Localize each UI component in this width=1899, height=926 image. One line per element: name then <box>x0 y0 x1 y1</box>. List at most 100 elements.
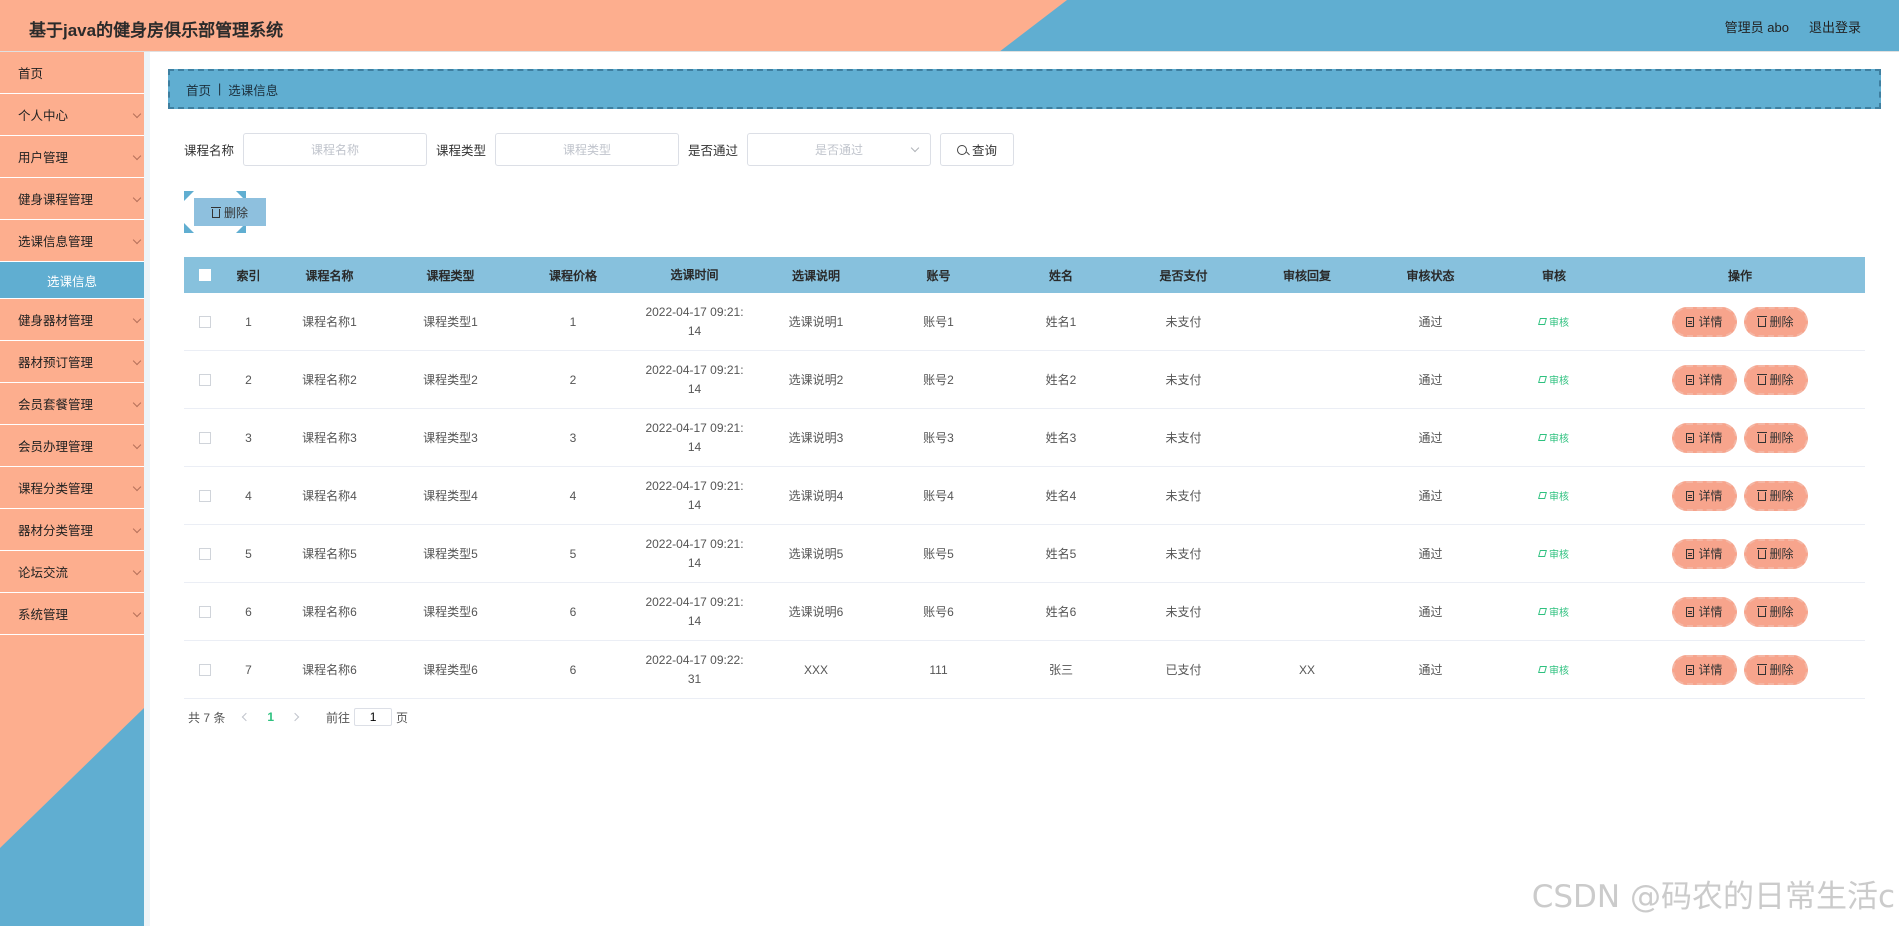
row-checkbox[interactable] <box>199 663 211 676</box>
select-all-checkbox[interactable] <box>199 269 211 281</box>
detail-button[interactable]: 详情 <box>1672 654 1737 685</box>
detail-button[interactable]: 详情 <box>1672 596 1737 627</box>
audit-link[interactable]: 审核 <box>1538 662 1569 677</box>
user-label[interactable]: 管理员 abo <box>1725 17 1789 36</box>
delete-button[interactable]: 删除 <box>1743 654 1808 685</box>
breadcrumb-separator: | <box>218 82 222 96</box>
cell-course-type: 课程类型3 <box>423 431 478 445</box>
row-checkbox[interactable] <box>199 315 211 328</box>
document-icon <box>1686 316 1695 327</box>
course-name-label: 课程名称 <box>184 144 235 158</box>
delete-button[interactable]: 删除 <box>1743 422 1808 453</box>
sidebar-item-system-management[interactable]: 系统管理 <box>0 593 144 635</box>
row-checkbox[interactable] <box>199 489 211 502</box>
query-button[interactable]: 查询 <box>940 133 1015 166</box>
audit-link[interactable]: 审核 <box>1538 546 1569 561</box>
detail-button[interactable]: 详情 <box>1672 306 1737 337</box>
sidebar-item-label: 选课信息管理 <box>18 235 94 249</box>
detail-button[interactable]: 详情 <box>1672 480 1737 511</box>
pagination-current-page[interactable]: 1 <box>267 710 274 724</box>
delete-button[interactable]: 删除 <box>1743 538 1808 569</box>
sidebar-item-membership-package[interactable]: 会员套餐管理 <box>0 383 144 425</box>
sidebar-item-enrollment-management[interactable]: 选课信息管理 <box>0 220 144 262</box>
delete-button[interactable]: 删除 <box>1743 480 1808 511</box>
cell-realname: 姓名4 <box>1045 489 1077 503</box>
delete-button[interactable]: 删除 <box>1743 596 1808 627</box>
table-row: 4 课程名称4 课程类型4 4 2022-04-17 09:21: 14 选课说明4 账号4 姓… <box>184 467 1865 525</box>
cell-operations: 详情 删除 <box>1615 596 1865 627</box>
audit-link[interactable]: 审核 <box>1538 372 1569 387</box>
detail-button[interactable]: 详情 <box>1672 422 1737 453</box>
sidebar-item-user-management[interactable]: 用户管理 <box>0 136 144 178</box>
row-checkbox[interactable] <box>199 373 211 386</box>
pass-select[interactable]: 是否通过 <box>747 133 932 166</box>
delete-button[interactable]: 删除 <box>1743 306 1808 337</box>
sidebar-item-course-management[interactable]: 健身课程管理 <box>0 178 144 220</box>
audit-link[interactable]: 审核 <box>1538 488 1569 503</box>
cell-index: 2 <box>245 372 252 387</box>
trash-icon <box>1756 606 1767 617</box>
cell-account: 账号1 <box>923 315 954 329</box>
audit-link[interactable]: 审核 <box>1538 314 1569 329</box>
sidebar-item-equipment-category[interactable]: 器材分类管理 <box>0 509 144 551</box>
audit-link-label: 审核 <box>1549 318 1569 329</box>
sidebar-subitem-enrollment-info[interactable]: 选课信息 <box>0 262 144 299</box>
batch-delete-label: 删除 <box>223 205 248 220</box>
delete-button[interactable]: 删除 <box>1743 364 1808 395</box>
cell-realname: 姓名1 <box>1045 315 1077 329</box>
logout-button[interactable]: 退出登录 <box>1809 17 1861 36</box>
audit-link[interactable]: 审核 <box>1538 430 1569 445</box>
cell-audit-status: 通过 <box>1418 663 1443 677</box>
sidebar-item-personal-center[interactable]: 个人中心 <box>0 94 144 136</box>
pagination: 共 7 条 1 前往 页 <box>188 708 408 726</box>
cell-paid: 未支付 <box>1165 315 1202 329</box>
audit-link[interactable]: 审核 <box>1538 604 1569 619</box>
row-checkbox[interactable] <box>199 605 211 618</box>
header-audit: 审核 <box>1541 268 1566 283</box>
cell-account: 账号6 <box>923 605 954 619</box>
row-checkbox[interactable] <box>199 547 211 560</box>
cell-paid: 未支付 <box>1165 489 1202 503</box>
sidebar-item-equipment-booking[interactable]: 器材预订管理 <box>0 341 144 383</box>
sidebar-menu: 首页 个人中心 用户管理 健身课程管理 选课信息管理 选课信息 健身器材管理 器… <box>0 52 144 635</box>
chevron-left-icon[interactable] <box>242 712 251 722</box>
sidebar-item-equipment-management[interactable]: 健身器材管理 <box>0 299 144 341</box>
chevron-right-icon[interactable] <box>290 712 300 722</box>
cell-index: 6 <box>245 604 252 619</box>
course-name-input[interactable] <box>243 133 428 166</box>
cell-enroll-time-line1: 2022-04-17 09:21: <box>645 420 744 435</box>
cell-enroll-desc: 选课说明2 <box>788 373 844 387</box>
delete-button-label: 删除 <box>1769 373 1794 387</box>
cell-enroll-time-line2: 14 <box>687 555 702 570</box>
breadcrumb-home[interactable]: 首页 <box>186 80 211 99</box>
detail-button[interactable]: 详情 <box>1672 364 1737 395</box>
cell-audit: 审核 <box>1493 546 1615 561</box>
detail-button[interactable]: 详情 <box>1672 538 1737 569</box>
row-checkbox[interactable] <box>199 431 211 444</box>
header-index: 索引 <box>236 268 261 283</box>
pagination-goto-input[interactable] <box>354 708 393 726</box>
sidebar-item-membership-handling[interactable]: 会员办理管理 <box>0 425 144 467</box>
cell-audit-reply: XX <box>1298 662 1315 677</box>
cell-audit-status: 通过 <box>1418 489 1443 503</box>
cell-operations: 详情 删除 <box>1615 654 1865 685</box>
edit-icon <box>1538 608 1547 615</box>
header-course-name: 课程名称 <box>305 268 354 283</box>
cell-enroll-desc: 选课说明1 <box>788 315 844 329</box>
cell-course-type: 课程类型1 <box>423 315 478 329</box>
cell-enroll-time-line2: 14 <box>687 497 702 512</box>
cell-audit-status: 通过 <box>1418 431 1443 445</box>
cell-audit: 审核 <box>1493 488 1615 503</box>
sidebar-item-home[interactable]: 首页 <box>0 52 144 94</box>
cell-course-name: 课程名称6 <box>302 663 357 677</box>
breadcrumb-current: 选课信息 <box>228 83 279 98</box>
pagination-page-suffix: 页 <box>396 710 409 725</box>
sidebar-item-course-category[interactable]: 课程分类管理 <box>0 467 144 509</box>
batch-delete-button[interactable]: 删除 <box>194 198 266 226</box>
cell-course-type: 课程类型4 <box>423 489 478 503</box>
course-type-input[interactable] <box>495 133 680 166</box>
cell-enroll-time-line1: 2022-04-17 09:21: <box>645 304 744 319</box>
sidebar-item-forum[interactable]: 论坛交流 <box>0 551 144 593</box>
detail-button-label: 详情 <box>1698 431 1723 445</box>
trash-icon <box>1756 490 1767 501</box>
